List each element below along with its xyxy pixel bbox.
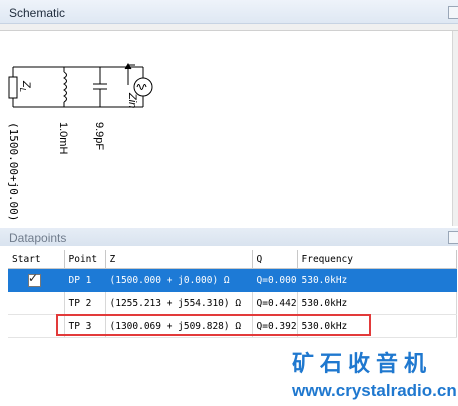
schematic-canvas: ZL (1500.00+j0.00) 1.0mH 9.9pF Zin (0, 24, 458, 226)
table-row[interactable]: TP 3 (1300.069 + j509.828) Ω Q=0.392 530… (8, 314, 457, 338)
schematic-title: Schematic (9, 6, 66, 20)
q-cell: Q=0.442 (252, 291, 298, 315)
z-cell: (1300.069 + j509.828) Ω (105, 314, 253, 338)
schematic-panel-header: Schematic (0, 0, 458, 24)
start-cell (8, 314, 65, 338)
schematic-restore-button[interactable] (448, 6, 458, 19)
watermark-cn: 矿石收音机 (292, 352, 433, 377)
datapoints-table: Start Point Z Q Frequency ✓ DP 1 (1500.0… (8, 250, 457, 338)
load-value-label: (1500.00+j0.00) (7, 122, 20, 222)
table-row[interactable]: TP 2 (1255.213 + j554.310) Ω Q=0.442 530… (8, 291, 457, 315)
column-header-point[interactable]: Point (64, 250, 106, 269)
checkmark-icon: ✓ (28, 270, 39, 285)
schematic-divider (0, 24, 458, 31)
schematic-drawing (8, 63, 153, 108)
capacitor-value-label: 9.9pF (93, 122, 105, 151)
watermark-url: www.crystalradio.cn (292, 381, 457, 400)
z-cell: (1255.213 + j554.310) Ω (105, 291, 253, 315)
q-cell: Q=0.392 (252, 314, 298, 338)
z-cell: (1500.000 + j0.000) Ω (105, 268, 253, 292)
q-cell: Q=0.000 (252, 268, 298, 292)
frequency-cell: 530.0kHz (297, 314, 457, 338)
column-header-frequency[interactable]: Frequency (297, 250, 457, 269)
load-symbol-label: ZL (17, 81, 32, 93)
load-impedance-symbol (8, 67, 18, 107)
zin-label: Zin (126, 93, 138, 109)
datapoints-panel-header: Datapoints (0, 228, 458, 247)
capacitor-symbol (93, 67, 107, 107)
point-cell: DP 1 (64, 268, 106, 292)
inductor-value-label: 1.0mH (57, 122, 69, 155)
datapoints-title: Datapoints (9, 231, 67, 245)
start-checkbox[interactable]: ✓ (28, 270, 41, 287)
start-cell (8, 291, 65, 315)
frequency-cell: 530.0kHz (297, 268, 457, 292)
frequency-cell: 530.0kHz (297, 291, 457, 315)
point-cell: TP 3 (64, 314, 106, 338)
start-cell: ✓ (8, 268, 65, 292)
table-header-row: Start Point Z Q Frequency (8, 250, 457, 269)
column-header-z[interactable]: Z (105, 250, 253, 269)
inductor-symbol (63, 67, 67, 107)
table-row[interactable]: ✓ DP 1 (1500.000 + j0.000) Ω Q=0.000 530… (8, 268, 457, 292)
column-header-q[interactable]: Q (252, 250, 298, 269)
column-header-start[interactable]: Start (8, 250, 65, 269)
point-cell: TP 2 (64, 291, 106, 315)
datapoints-restore-button[interactable] (448, 231, 458, 244)
schematic-scrollbar[interactable] (452, 31, 458, 226)
